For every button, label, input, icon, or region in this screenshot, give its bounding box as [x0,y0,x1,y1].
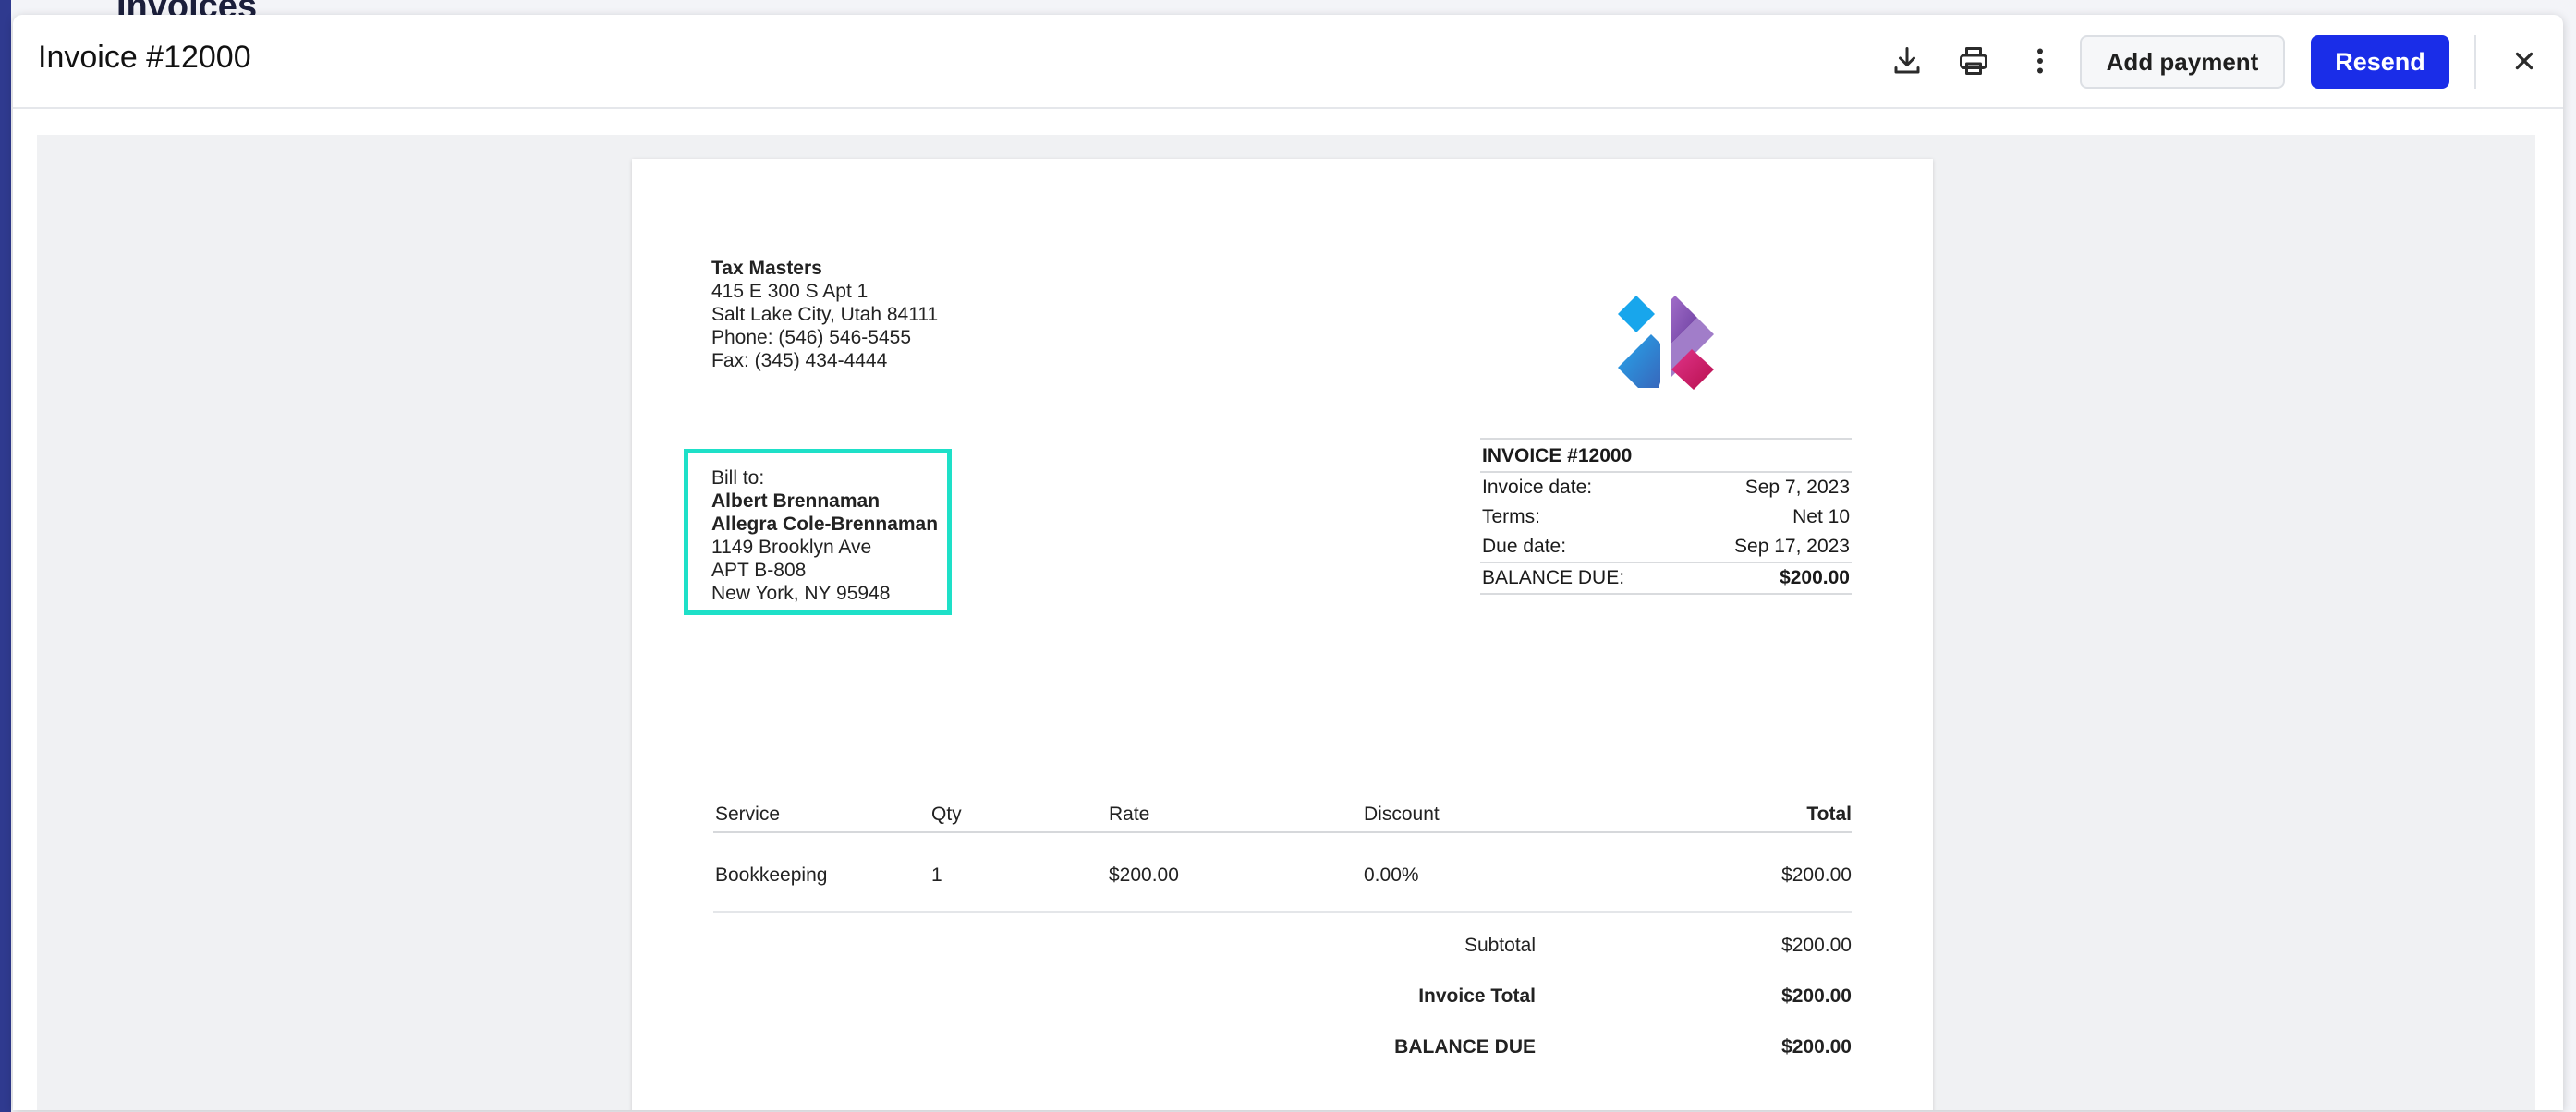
table-row: Bookkeeping 1 $200.00 0.00% $200.00 [713,833,1852,913]
subtotal-row: Subtotal $200.00 [713,935,1852,985]
print-button[interactable] [1950,39,1998,87]
company-phone: Phone: (546) 546-5455 [711,327,911,348]
invoice-date-value: Sep 7, 2023 [1744,477,1850,498]
bill-to-label: Bill to: [711,467,765,489]
balance-due-total-label: BALANCE DUE [1394,1036,1536,1058]
row-rate: $200.00 [1109,864,1179,886]
invoice-modal: Invoice #12000 Add payment Resend Tax Ma… [13,15,2563,1110]
invoice-summary: INVOICE #12000 Invoice date: Sep 7, 2023… [1480,438,1852,595]
balance-due-row: BALANCE DUE: $200.00 [1480,563,1852,593]
close-button[interactable] [2504,42,2545,83]
row-service: Bookkeeping [715,864,828,886]
terms-value: Net 10 [1792,506,1850,527]
invoice-number-heading: INVOICE #12000 [1482,445,1633,466]
balance-due-value: $200.00 [1780,567,1850,588]
due-date-value: Sep 17, 2023 [1734,536,1850,557]
download-button[interactable] [1883,39,1931,87]
bill-to-address-2: APT B-808 [711,560,807,581]
company-logo [1614,290,1718,393]
terms-row: Terms: Net 10 [1480,502,1852,532]
row-discount: 0.00% [1364,864,1419,886]
totals-section: Subtotal $200.00 Invoice Total $200.00 B… [713,935,1852,1087]
balance-due-total-row: BALANCE DUE $200.00 [713,1036,1852,1087]
print-icon [1957,44,1990,82]
balance-due-total-value: $200.00 [1781,1036,1852,1058]
close-icon [2512,49,2536,78]
line-items-table: Service Qty Rate Discount Total Bookkeep… [713,800,1852,913]
add-payment-button[interactable]: Add payment [2080,35,2285,89]
more-options-button[interactable] [2016,39,2064,87]
header-qty: Qty [931,804,962,825]
invoice-total-value: $200.00 [1781,985,1852,1007]
download-icon [1890,44,1924,82]
invoice-preview-area[interactable]: Tax Masters 415 E 300 S Apt 1 Salt Lake … [37,135,2535,1110]
invoice-date-label: Invoice date: [1482,477,1593,498]
company-address-line2: Salt Lake City, Utah 84111 [711,304,939,325]
bill-to-address-1: 1149 Brooklyn Ave [711,537,872,558]
bill-to-address-3: New York, NY 95948 [711,583,891,604]
bill-to-name-1: Albert Brennaman [711,490,881,512]
company-address: Tax Masters 415 E 300 S Apt 1 Salt Lake … [711,257,938,372]
subtotal-label: Subtotal [1464,935,1536,956]
background-sidebar [0,0,11,1112]
company-address-line1: 415 E 300 S Apt 1 [711,281,869,302]
header-service: Service [715,804,781,825]
bill-to-name-2: Allegra Cole-Brennaman [711,514,939,535]
terms-label: Terms: [1482,506,1540,527]
resend-button[interactable]: Resend [2311,35,2449,89]
bill-to-section: Bill to: Albert Brennaman Allegra Cole-B… [684,449,952,615]
subtotal-value: $200.00 [1781,935,1852,956]
balance-due-label: BALANCE DUE: [1482,567,1625,588]
modal-header: Invoice #12000 Add payment Resend [13,15,2563,109]
header-total: Total [1806,804,1852,825]
row-qty: 1 [931,864,942,886]
row-total: $200.00 [1781,864,1852,886]
invoice-document: Tax Masters 415 E 300 S Apt 1 Salt Lake … [632,159,1933,1110]
header-divider [2474,35,2476,89]
invoice-total-row: Invoice Total $200.00 [713,985,1852,1036]
header-discount: Discount [1364,804,1440,825]
table-header: Service Qty Rate Discount Total [713,800,1852,833]
more-vertical-icon [2023,44,2057,82]
due-date-row: Due date: Sep 17, 2023 [1480,532,1852,562]
header-rate: Rate [1109,804,1150,825]
company-fax: Fax: (345) 434-4444 [711,350,888,371]
modal-title: Invoice #12000 [38,40,251,75]
company-name: Tax Masters [711,258,822,279]
invoice-date-row: Invoice date: Sep 7, 2023 [1480,473,1852,502]
due-date-label: Due date: [1482,536,1567,557]
invoice-total-label: Invoice Total [1418,985,1536,1007]
